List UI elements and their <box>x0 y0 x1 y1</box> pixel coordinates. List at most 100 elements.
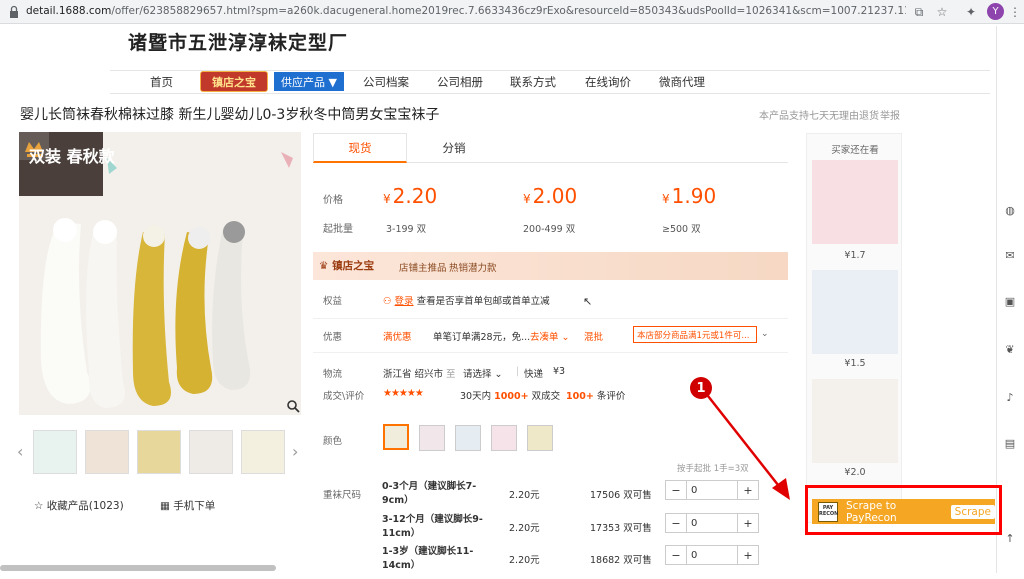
annotation-arrow <box>707 395 790 500</box>
nav-agent[interactable]: 微商代理 <box>659 74 705 90</box>
quantity-input[interactable]: 0 <box>686 546 738 564</box>
rights-text: 查看是否享首单包邮或首单立减 <box>416 296 550 307</box>
tab-distribution[interactable]: 分销 <box>407 133 501 163</box>
price-label: 价格 <box>323 195 343 206</box>
sku-name: 0-3个月（建议脚长7-9cm） <box>382 481 477 506</box>
color-label: 颜色 <box>323 436 343 447</box>
nav-inquiry[interactable]: 在线询价 <box>585 74 631 90</box>
main-product-image[interactable]: 双装 春秋款 <box>19 132 301 415</box>
bookmark-star-icon[interactable]: ☆ <box>933 3 951 21</box>
recommended-product-image[interactable] <box>812 270 898 354</box>
report-link[interactable]: 举报 <box>880 107 900 122</box>
store-title: 诸暨市五泄淳淳袜定型厂 <box>128 32 349 54</box>
quantity-stepper[interactable]: − 0 + <box>665 513 759 533</box>
promo-coupon[interactable]: 本店部分商品满1元或1件可... <box>633 326 757 343</box>
ship-to-label: 至 <box>446 369 456 380</box>
extensions-icon[interactable]: ✦ <box>962 3 980 21</box>
currency-symbol: ¥ <box>523 192 531 206</box>
tier-price: ¥1.90 <box>662 184 716 208</box>
quantity-stepper[interactable]: − 0 + <box>665 545 759 565</box>
sku-price: 2.20元 <box>509 523 540 534</box>
review-suffix: 条评价 <box>596 391 626 402</box>
recommended-product-image[interactable] <box>812 379 898 463</box>
deal-label: 成交\评价 <box>323 391 365 402</box>
rating-stars: ★★★★★ <box>383 388 424 399</box>
minus-button[interactable]: − <box>666 481 686 499</box>
tab-spot-goods[interactable]: 现货 <box>313 133 407 163</box>
ship-fee: ¥3 <box>553 366 566 377</box>
footprint-icon[interactable]: ❦ <box>1003 342 1017 356</box>
nav-supply-products[interactable]: 供应产品 ▼ <box>274 72 344 91</box>
crown-icon: ♛ <box>319 260 329 272</box>
thumb-prev-icon[interactable]: ‹ <box>17 442 23 461</box>
url-path: /offer/623858829657.html?spm=a260k.dacug… <box>111 5 906 17</box>
sku-name: 1-3岁（建议脚长11-14cm） <box>382 546 474 571</box>
url-text[interactable]: detail.1688.com/offer/623858829657.html?… <box>26 5 906 17</box>
nav-profile[interactable]: 公司档案 <box>363 74 409 90</box>
zoom-icon[interactable] <box>286 399 300 413</box>
thumbnail[interactable] <box>189 430 233 474</box>
ship-from: 浙江省 绍兴市 <box>383 369 444 380</box>
nav-contact[interactable]: 联系方式 <box>510 74 556 90</box>
color-option-selected[interactable] <box>383 424 409 450</box>
nav-home[interactable]: 首页 <box>150 74 173 90</box>
save-icon[interactable]: ▤ <box>1003 436 1017 450</box>
review-count-text[interactable]: 100+ 条评价 <box>566 388 625 402</box>
mobile-order[interactable]: ▦ 手机下单 <box>160 498 215 513</box>
sku-price: 2.20元 <box>509 555 540 566</box>
purchase-tabs: 现货 分销 <box>313 133 788 163</box>
color-option[interactable] <box>455 425 481 451</box>
minus-button[interactable]: − <box>666 514 686 532</box>
url-host: detail.1688.com <box>26 5 112 17</box>
sku-price: 2.20元 <box>509 490 540 501</box>
deal-suffix: 双成交 <box>531 391 561 402</box>
scrape-to-payrecon-button[interactable]: PAY RECON Scrape to PayRecon Scrape <box>812 499 995 524</box>
translate-icon[interactable]: ⧉ <box>910 3 928 21</box>
shop-bar-text: 店铺主推品 <box>399 263 447 274</box>
promo-more-link[interactable]: 去凑单 ⌄ <box>530 329 569 343</box>
plus-button[interactable]: + <box>738 546 758 564</box>
moq-label: 起批量 <box>323 224 353 235</box>
menu-icon[interactable]: ⋮ <box>1006 3 1024 21</box>
bell-icon[interactable]: ♪ <box>1003 390 1017 404</box>
thumbnail[interactable] <box>85 430 129 474</box>
sku-stock: 17506 双可售 <box>590 490 652 501</box>
address-bar[interactable]: detail.1688.com/offer/623858829657.html?… <box>0 0 1024 24</box>
currency-symbol: ¥ <box>662 192 670 206</box>
profile-avatar[interactable]: Y <box>987 3 1004 20</box>
lock-icon <box>10 5 18 18</box>
minus-button[interactable]: − <box>666 546 686 564</box>
deal-prefix: 30天内 <box>460 391 492 402</box>
recommended-product-image[interactable] <box>812 160 898 244</box>
deal-count-text: 30天内 1000+ 双成交 <box>460 388 560 402</box>
quantity-input[interactable]: 0 <box>686 514 738 532</box>
customer-service-icon[interactable]: ◍ <box>1003 203 1017 217</box>
scrape-mini-button[interactable]: Scrape <box>950 504 995 519</box>
destination-select[interactable]: 请选择 ⌄ <box>463 366 502 380</box>
color-option[interactable] <box>527 425 553 451</box>
sku-row: 1-3岁（建议脚长11-14cm） 2.20元 18682 双可售 − 0 + <box>382 543 760 579</box>
color-option[interactable] <box>491 425 517 451</box>
mail-icon[interactable]: ✉ <box>1003 248 1017 262</box>
also-viewing-rail: 买家还在看 ¥1.7 ¥1.5 ¥2.0 <box>806 133 902 523</box>
tier-price-value: 2.00 <box>532 184 578 208</box>
cart-icon[interactable]: ▣ <box>1003 294 1017 308</box>
login-link[interactable]: ⚇ 登录 <box>383 296 414 307</box>
thumb-next-icon[interactable]: › <box>292 442 298 461</box>
login-link-text: 登录 <box>394 296 414 307</box>
plus-button[interactable]: + <box>738 514 758 532</box>
rail-title: 买家还在看 <box>831 145 879 156</box>
horizontal-scrollbar[interactable] <box>0 565 276 571</box>
back-to-top-icon[interactable]: ↑ <box>1003 531 1017 545</box>
favorite-product[interactable]: ☆ 收藏产品(1023) <box>34 498 124 513</box>
deal-count: 1000+ <box>494 391 529 402</box>
mobile-order-label: 手机下单 <box>173 500 216 512</box>
thumbnail[interactable] <box>241 430 285 474</box>
chevron-down-icon[interactable]: ⌄ <box>761 329 769 339</box>
thumbnail[interactable] <box>137 430 181 474</box>
shipping-label: 物流 <box>323 369 343 380</box>
thumbnail[interactable] <box>33 430 77 474</box>
store-treasure-badge[interactable]: 镇店之宝 <box>200 71 268 92</box>
color-option[interactable] <box>419 425 445 451</box>
nav-album[interactable]: 公司相册 <box>437 74 483 90</box>
